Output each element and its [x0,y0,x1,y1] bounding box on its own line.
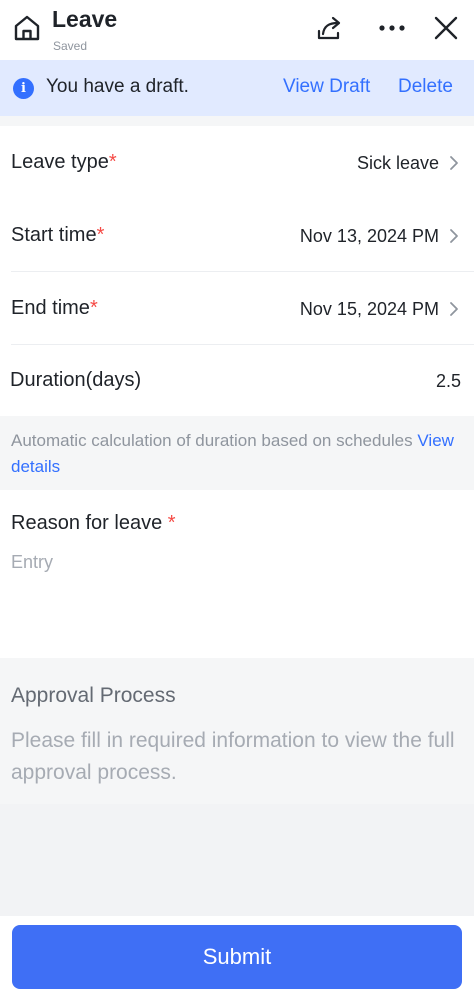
reason-field: Reason for leave * [0,490,474,658]
duration-note-text: Automatic calculation of duration based … [11,431,413,450]
draft-message: You have a draft. [46,76,189,97]
duration-field: Duration(days) 2.5 [0,345,474,416]
delete-draft-link[interactable]: Delete [398,76,453,98]
info-icon: i [13,78,34,99]
start-time-value: Nov 13, 2024 PM [299,226,439,246]
footer-bar: Submit [0,916,474,993]
start-time-field[interactable]: Start time* Nov 13, 2024 PM [0,199,474,272]
chevron-right-icon [450,156,458,170]
page-title: Leave [52,6,118,32]
section-spacer [0,116,474,126]
more-icon[interactable] [376,16,408,40]
share-icon[interactable] [316,14,344,42]
leave-type-value: Sick leave [356,153,439,173]
leave-type-field[interactable]: Leave type* Sick leave [0,126,474,199]
leave-type-label: Leave type* [11,151,117,173]
required-marker: * [108,151,117,173]
app-header: Leave Saved [0,0,474,60]
draft-banner: i You have a draft. View Draft Delete [0,60,474,116]
duration-value: 2.5 [435,371,461,391]
end-time-value: Nov 15, 2024 PM [299,299,439,319]
start-time-label: Start time* [11,224,105,246]
required-marker: * [167,512,176,534]
chevron-right-icon [450,229,458,243]
duration-label: Duration(days) [10,369,142,391]
required-marker: * [96,224,105,246]
reason-input[interactable] [11,552,463,642]
reason-label: Reason for leave * [11,512,176,534]
duration-note: Automatic calculation of duration based … [0,416,474,490]
home-icon[interactable] [12,14,42,42]
leave-form: Leave type* Sick leave Start time* Nov 1… [0,126,474,416]
approval-process-section: Approval Process Please fill in required… [0,658,474,804]
end-time-field[interactable]: End time* Nov 15, 2024 PM [0,272,474,345]
save-status: Saved [53,39,88,53]
approval-heading: Approval Process [11,684,176,707]
end-time-label: End time* [11,297,98,319]
chevron-right-icon [450,302,458,316]
approval-description: Please fill in required information to v… [11,729,455,784]
required-marker: * [89,297,98,319]
view-draft-link[interactable]: View Draft [283,76,370,98]
submit-button[interactable]: Submit [12,925,462,989]
close-icon[interactable] [433,15,459,41]
